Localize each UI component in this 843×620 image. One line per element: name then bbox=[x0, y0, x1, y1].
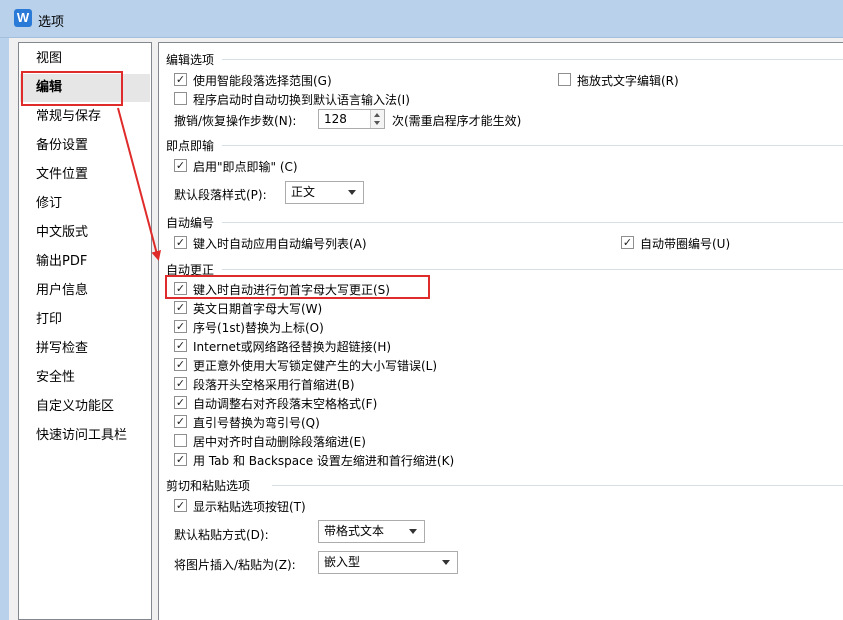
chevron-down-icon[interactable] bbox=[442, 560, 450, 565]
undo-steps-label: 撤销/恢复操作步数(N): bbox=[174, 114, 297, 128]
section-divider bbox=[222, 269, 843, 270]
default-style-value[interactable]: 正文 bbox=[291, 185, 315, 199]
section-title-click-and-type: 即点即输 bbox=[166, 139, 215, 153]
sidebar-item-chinese-layout[interactable]: 中文版式 bbox=[20, 219, 150, 247]
sidebar-item-general-save[interactable]: 常规与保存 bbox=[20, 103, 150, 131]
auto-correct-label[interactable]: 用 Tab 和 Backspace 设置左缩进和首行缩进(K) bbox=[193, 452, 454, 469]
sidebar-item-backup[interactable]: 备份设置 bbox=[20, 132, 150, 160]
window-border bbox=[0, 38, 9, 620]
window-title: 选项 bbox=[38, 15, 65, 30]
spinner-buttons[interactable] bbox=[370, 110, 384, 128]
sidebar-item-view[interactable]: 视图 bbox=[20, 45, 150, 73]
auto-circle-label[interactable]: 自动带圈编号(U) bbox=[640, 235, 730, 252]
undo-steps-spinner[interactable]: 128 bbox=[318, 109, 385, 129]
auto-correct-checkbox[interactable] bbox=[174, 453, 187, 466]
highlight-box-option bbox=[165, 275, 430, 299]
undo-steps-suffix: 次(需重启程序才能生效) bbox=[392, 114, 522, 128]
section-title-auto-number: 自动编号 bbox=[166, 216, 215, 230]
section-divider bbox=[222, 222, 843, 223]
sidebar-item-revision[interactable]: 修订 bbox=[20, 190, 150, 218]
sidebar: 视图 编辑 常规与保存 备份设置 文件位置 修订 中文版式 输出PDF 用户信息… bbox=[18, 42, 152, 620]
show-paste-button-checkbox[interactable] bbox=[174, 499, 187, 512]
wps-logo-icon: W bbox=[14, 9, 32, 27]
sidebar-item-security[interactable]: 安全性 bbox=[20, 364, 150, 392]
section-divider bbox=[222, 59, 843, 60]
highlight-box-sidebar bbox=[21, 71, 123, 106]
auto-correct-label[interactable]: 自动调整右对齐段落末空格格式(F) bbox=[193, 395, 377, 412]
spin-up-icon[interactable] bbox=[374, 113, 380, 117]
auto-correct-checkbox[interactable] bbox=[174, 358, 187, 371]
auto-correct-checkbox[interactable] bbox=[174, 377, 187, 390]
sidebar-item-export-pdf[interactable]: 输出PDF bbox=[20, 248, 150, 276]
title-bar: W 选项 bbox=[0, 0, 843, 38]
image-insert-select[interactable]: 嵌入型 bbox=[318, 551, 458, 574]
default-style-label: 默认段落样式(P): bbox=[174, 188, 267, 202]
auto-list-label[interactable]: 键入时自动应用自动编号列表(A) bbox=[193, 235, 367, 252]
sidebar-item-file-location[interactable]: 文件位置 bbox=[20, 161, 150, 189]
sidebar-item-print[interactable]: 打印 bbox=[20, 306, 150, 334]
auto-correct-checkbox[interactable] bbox=[174, 301, 187, 314]
show-paste-button-label[interactable]: 显示粘贴选项按钮(T) bbox=[193, 498, 306, 515]
sidebar-item-spell-check[interactable]: 拼写检查 bbox=[20, 335, 150, 363]
chevron-down-icon[interactable] bbox=[348, 190, 356, 195]
image-insert-value[interactable]: 嵌入型 bbox=[324, 555, 360, 569]
default-paste-label: 默认粘贴方式(D): bbox=[174, 528, 269, 542]
auto-correct-label[interactable]: 更正意外使用大写锁定健产生的大小写错误(L) bbox=[193, 357, 437, 374]
smart-select-checkbox[interactable] bbox=[174, 73, 187, 86]
auto-correct-label[interactable]: 序号(1st)替换为上标(O) bbox=[193, 319, 324, 336]
auto-correct-checkbox[interactable] bbox=[174, 339, 187, 352]
section-divider bbox=[222, 145, 843, 146]
section-divider bbox=[272, 485, 843, 486]
auto-correct-checkbox[interactable] bbox=[174, 415, 187, 428]
auto-correct-label[interactable]: 居中对齐时自动删除段落缩进(E) bbox=[193, 433, 366, 450]
undo-steps-value[interactable]: 128 bbox=[324, 112, 347, 126]
auto-correct-label[interactable]: Internet或网络路径替换为超链接(H) bbox=[193, 338, 391, 355]
section-title-edit-options: 编辑选项 bbox=[166, 53, 215, 67]
drag-edit-checkbox[interactable] bbox=[558, 73, 571, 86]
default-style-select[interactable]: 正文 bbox=[285, 181, 364, 204]
auto-correct-checkbox[interactable] bbox=[174, 434, 187, 447]
click-and-type-label[interactable]: 启用"即点即输" (C) bbox=[193, 158, 298, 175]
smart-select-label[interactable]: 使用智能段落选择范围(G) bbox=[193, 72, 332, 89]
image-insert-label: 将图片插入/粘贴为(Z): bbox=[174, 558, 296, 572]
auto-correct-label[interactable]: 英文日期首字母大写(W) bbox=[193, 300, 322, 317]
auto-ime-label[interactable]: 程序启动时自动切换到默认语言输入法(I) bbox=[193, 91, 410, 108]
click-and-type-checkbox[interactable] bbox=[174, 159, 187, 172]
sidebar-item-customize-ribbon[interactable]: 自定义功能区 bbox=[20, 393, 150, 421]
auto-correct-checkbox[interactable] bbox=[174, 320, 187, 333]
spin-down-icon[interactable] bbox=[374, 121, 380, 125]
auto-correct-label[interactable]: 段落开头空格采用行首缩进(B) bbox=[193, 376, 355, 393]
auto-circle-checkbox[interactable] bbox=[621, 236, 634, 249]
auto-list-checkbox[interactable] bbox=[174, 236, 187, 249]
sidebar-item-quick-access[interactable]: 快速访问工具栏 bbox=[20, 422, 150, 450]
chevron-down-icon[interactable] bbox=[409, 529, 417, 534]
section-title-paste-options: 剪切和粘贴选项 bbox=[166, 479, 251, 493]
auto-correct-label[interactable]: 直引号替换为弯引号(Q) bbox=[193, 414, 320, 431]
default-paste-value[interactable]: 带格式文本 bbox=[324, 524, 384, 538]
auto-ime-checkbox[interactable] bbox=[174, 92, 187, 105]
drag-edit-label[interactable]: 拖放式文字编辑(R) bbox=[577, 72, 679, 89]
auto-correct-checkbox[interactable] bbox=[174, 396, 187, 409]
default-paste-select[interactable]: 带格式文本 bbox=[318, 520, 425, 543]
sidebar-item-user-info[interactable]: 用户信息 bbox=[20, 277, 150, 305]
